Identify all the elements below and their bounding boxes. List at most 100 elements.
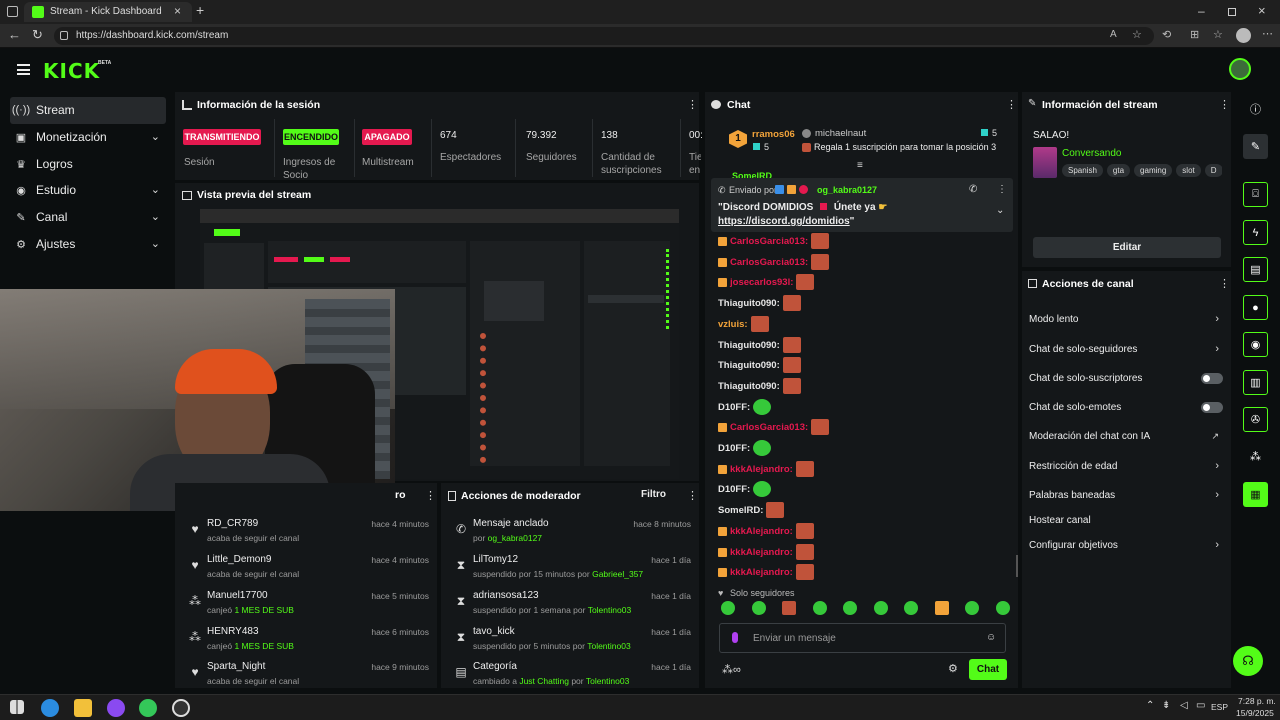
url-field[interactable]: https://dashboard.kick.com/stream A ☆ [54, 27, 1154, 45]
action-followers-only[interactable]: Chat de solo-seguidores › [1029, 339, 1227, 359]
chat-username[interactable]: D10FF: [718, 402, 750, 413]
broadcast-icon[interactable]: ◉ [1243, 332, 1268, 357]
mod-desc-highlight[interactable]: Just Chatting [519, 676, 569, 686]
chat-username[interactable]: D10FF: [718, 443, 750, 454]
action-banned-words[interactable]: Palabras baneadas › [1029, 485, 1227, 505]
emote-icon[interactable] [934, 601, 949, 615]
chat-username[interactable]: kkkAlejandro: [730, 464, 793, 475]
network-icon[interactable]: ▭ [1196, 700, 1205, 711]
chat-rail-icon[interactable]: ● [1243, 295, 1268, 320]
collapse-banner-icon[interactable]: ≡ [857, 160, 863, 171]
chat-menu-icon[interactable]: ⋮ [1006, 99, 1017, 111]
chat-username[interactable]: josecarlos93l: [730, 277, 793, 288]
mod-filter-button[interactable]: Filtro [641, 489, 666, 500]
chat-kicks-icon[interactable]: ⁂∞ [722, 663, 741, 676]
pinned-menu-icon[interactable]: ⋮ [997, 184, 1007, 195]
emote-icon[interactable] [873, 601, 888, 615]
clock-date[interactable]: 15/9/2025 [1236, 708, 1274, 718]
pinned-message[interactable]: ✆ Enviado por og_kabra0127 ✆ ⋮ "Discord … [711, 178, 1013, 232]
subscribers-only-toggle[interactable] [1201, 372, 1223, 384]
mod-action-name[interactable]: tavo_kick [473, 626, 515, 637]
mod-desc-highlight[interactable]: Tolentino03 [588, 605, 631, 615]
chat-input[interactable]: Enviar un mensaje ☺ [719, 623, 1006, 653]
wrench-icon[interactable]: ✇ [1243, 407, 1268, 432]
chat-username[interactable]: kkkAlejandro: [730, 526, 793, 537]
chat-username[interactable]: CarlosGarcia013: [730, 257, 808, 268]
tag[interactable]: Spanish [1062, 164, 1103, 177]
edit-stream-button[interactable]: Editar [1033, 237, 1221, 258]
chat-username[interactable]: CarlosGarcia013: [730, 236, 808, 247]
feed-user[interactable]: Manuel17700 [207, 590, 268, 601]
notes-icon[interactable]: ▤ [1243, 257, 1268, 282]
mod-action-name[interactable]: Mensaje anclado [473, 518, 549, 529]
chat-username[interactable]: CarlosGarcia013: [730, 422, 808, 433]
chat-username[interactable]: Thiaguito090: [718, 381, 780, 392]
action-subscribers-only[interactable]: Chat de solo-suscriptores [1029, 368, 1227, 388]
unpin-icon[interactable]: ✆ [969, 184, 977, 195]
sidebar-item-channel[interactable]: ✎ Canal ⌄ [10, 204, 166, 230]
gift-cta-text[interactable]: Regala 1 suscripción para tomar la posic… [814, 142, 996, 152]
messenger-icon[interactable] [107, 699, 125, 717]
browser-tab[interactable]: Stream - Kick Dashboard × [24, 2, 192, 22]
tray-chevron-icon[interactable]: ⌃ [1146, 700, 1154, 711]
feed-user[interactable]: RD_CR789 [207, 518, 258, 529]
emote-icon[interactable] [904, 601, 919, 615]
emote-icon[interactable] [995, 601, 1010, 615]
back-icon[interactable]: ← [8, 27, 21, 42]
emotes-only-toggle[interactable] [1201, 401, 1223, 413]
mod-desc-highlight[interactable]: Gabrieel_357 [592, 569, 643, 579]
new-tab-icon[interactable]: + [196, 2, 204, 18]
restore-icon[interactable] [1228, 8, 1236, 16]
kick-logo[interactable]: KICK [43, 59, 100, 83]
action-emotes-only[interactable]: Chat de solo-emotes [1029, 397, 1227, 417]
chat-settings-icon[interactable]: ⚙ [948, 662, 958, 675]
language-indicator[interactable]: ESP [1211, 702, 1228, 712]
channel-actions-menu-icon[interactable]: ⋮ [1219, 278, 1230, 290]
category-name[interactable]: Conversando [1062, 148, 1121, 159]
mod-action-name[interactable]: Categoría [473, 661, 517, 672]
mod-desc-highlight[interactable]: Tolentino03 [587, 641, 630, 651]
emote-icon[interactable] [965, 601, 980, 615]
emote-icon[interactable] [721, 601, 735, 615]
microphone-icon[interactable] [732, 632, 738, 643]
speaker-icon[interactable]: ◁ [1180, 700, 1188, 711]
whatsapp-icon[interactable] [139, 699, 157, 717]
emoji-picker-icon[interactable]: ☺ [986, 632, 996, 643]
top-gifter-name[interactable]: rramos06 [752, 129, 795, 140]
chat-username[interactable]: vzluis: [718, 319, 748, 330]
feed-menu-icon[interactable]: ⋮ [425, 490, 436, 502]
screenshot-icon[interactable]: ⌼ [1243, 182, 1268, 207]
emote-icon[interactable] [812, 601, 827, 615]
split-screen-icon[interactable]: ⊞ [1190, 28, 1199, 41]
session-menu-icon[interactable]: ⋮ [687, 99, 698, 111]
tag[interactable]: gta [1106, 164, 1131, 177]
support-button[interactable]: ☊ [1233, 646, 1263, 676]
extensions-icon[interactable]: ⟲ [1162, 28, 1171, 41]
browser-menu-icon[interactable]: ⋯ [1262, 27, 1273, 40]
mod-menu-icon[interactable]: ⋮ [687, 490, 698, 502]
user-avatar[interactable] [1229, 58, 1251, 80]
tag[interactable]: gaming [1134, 164, 1173, 177]
info-icon[interactable]: ⓘ [1243, 96, 1268, 121]
reload-icon[interactable]: ↻ [32, 27, 43, 43]
feed-user[interactable]: HENRY483 [207, 626, 259, 637]
emote-icon[interactable] [751, 601, 766, 615]
tab-close-icon[interactable]: × [174, 4, 181, 18]
emote-icon[interactable] [843, 601, 858, 615]
minimize-icon[interactable]: – [1198, 4, 1205, 18]
stream-info-menu-icon[interactable]: ⋮ [1219, 99, 1230, 111]
chat-send-button[interactable]: Chat [969, 659, 1007, 680]
sidebar-item-monetization[interactable]: ▣ Monetización ⌄ [10, 124, 166, 150]
action-configure-goals[interactable]: Configurar objetivos › [1029, 535, 1227, 555]
hamburger-menu-icon[interactable] [17, 64, 30, 75]
expand-pinned-icon[interactable]: ⌄ [996, 205, 1004, 216]
chat-username[interactable]: Thiaguito090: [718, 340, 780, 351]
mod-desc-highlight[interactable]: Tolentino03 [586, 676, 629, 686]
action-host-channel[interactable]: Hostear canal [1029, 510, 1227, 530]
chat-username[interactable]: kkkAlejandro: [730, 547, 793, 558]
chat-username[interactable]: kkkAlejandro: [730, 567, 793, 578]
read-aloud-icon[interactable]: A [1110, 29, 1117, 40]
action-slow-mode[interactable]: Modo lento › [1029, 309, 1227, 329]
gifter-name[interactable]: michaelnaut [815, 128, 866, 139]
chat-username[interactable]: Thiaguito090: [718, 298, 780, 309]
